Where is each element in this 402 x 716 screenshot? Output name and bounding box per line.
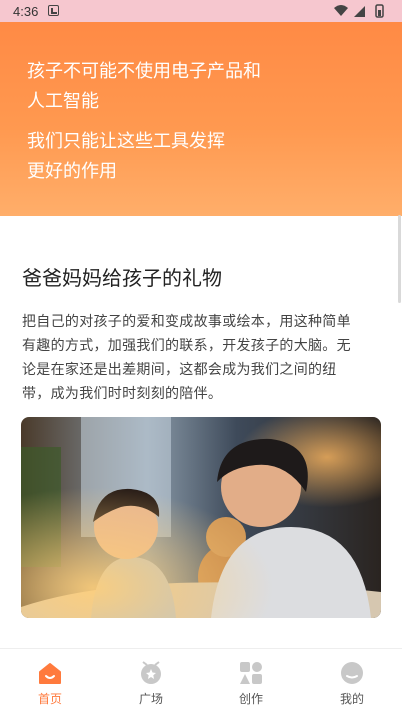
signal-icon: [354, 6, 365, 17]
tab-create-label: 创作: [238, 692, 263, 706]
tab-create[interactable]: 创作: [201, 649, 301, 716]
tab-home-label: 首页: [37, 692, 62, 706]
article-body-line: 有趣的方式，加强我们的联系，开发孩子的大脑。无: [22, 338, 351, 354]
tab-plaza[interactable]: 广场: [101, 649, 201, 716]
bottom-tab-bar: 首页 广场 创作 我的: [0, 648, 402, 716]
hero-line-2: 人工智能: [27, 91, 99, 112]
status-icons: [334, 4, 384, 18]
tab-profile-label: 我的: [339, 692, 364, 706]
hero-banner: 孩子不可能不使用电子产品和 人工智能 我们只能让这些工具发挥 更好的作用: [0, 22, 402, 216]
hero-line-4: 更好的作用: [27, 161, 117, 182]
tab-home[interactable]: 首页: [0, 649, 100, 716]
plaza-icon: [141, 661, 161, 684]
article-title: 爸爸妈妈给孩子的礼物: [22, 266, 222, 290]
status-time: 4:36: [13, 4, 39, 19]
father-child-illustration: [21, 417, 381, 618]
tab-profile[interactable]: 我的: [302, 649, 402, 716]
home-icon: [39, 663, 61, 684]
notification-icon: [48, 5, 59, 16]
article-body: 把自己的对孩子的爱和变成故事或绘本，用这种简单 有趣的方式，加强我们的联系，开发…: [22, 310, 378, 406]
tab-plaza-label: 广场: [138, 692, 163, 706]
article-body-line: 把自己的对孩子的爱和变成故事或绘本，用这种简单: [22, 314, 351, 330]
create-icon: [240, 662, 262, 684]
scrollbar[interactable]: [398, 215, 401, 303]
hero-line-3: 我们只能让这些工具发挥: [27, 131, 225, 152]
wifi-icon: [334, 5, 348, 16]
article-body-line: 论是在家还是出差期间，这都会成为我们之间的纽: [22, 362, 337, 378]
hero-line-1: 孩子不可能不使用电子产品和: [27, 61, 261, 82]
status-bar: 4:36: [0, 0, 402, 22]
article-body-line: 带，成为我们时时刻刻的陪伴。: [22, 386, 223, 402]
profile-icon: [341, 662, 363, 684]
